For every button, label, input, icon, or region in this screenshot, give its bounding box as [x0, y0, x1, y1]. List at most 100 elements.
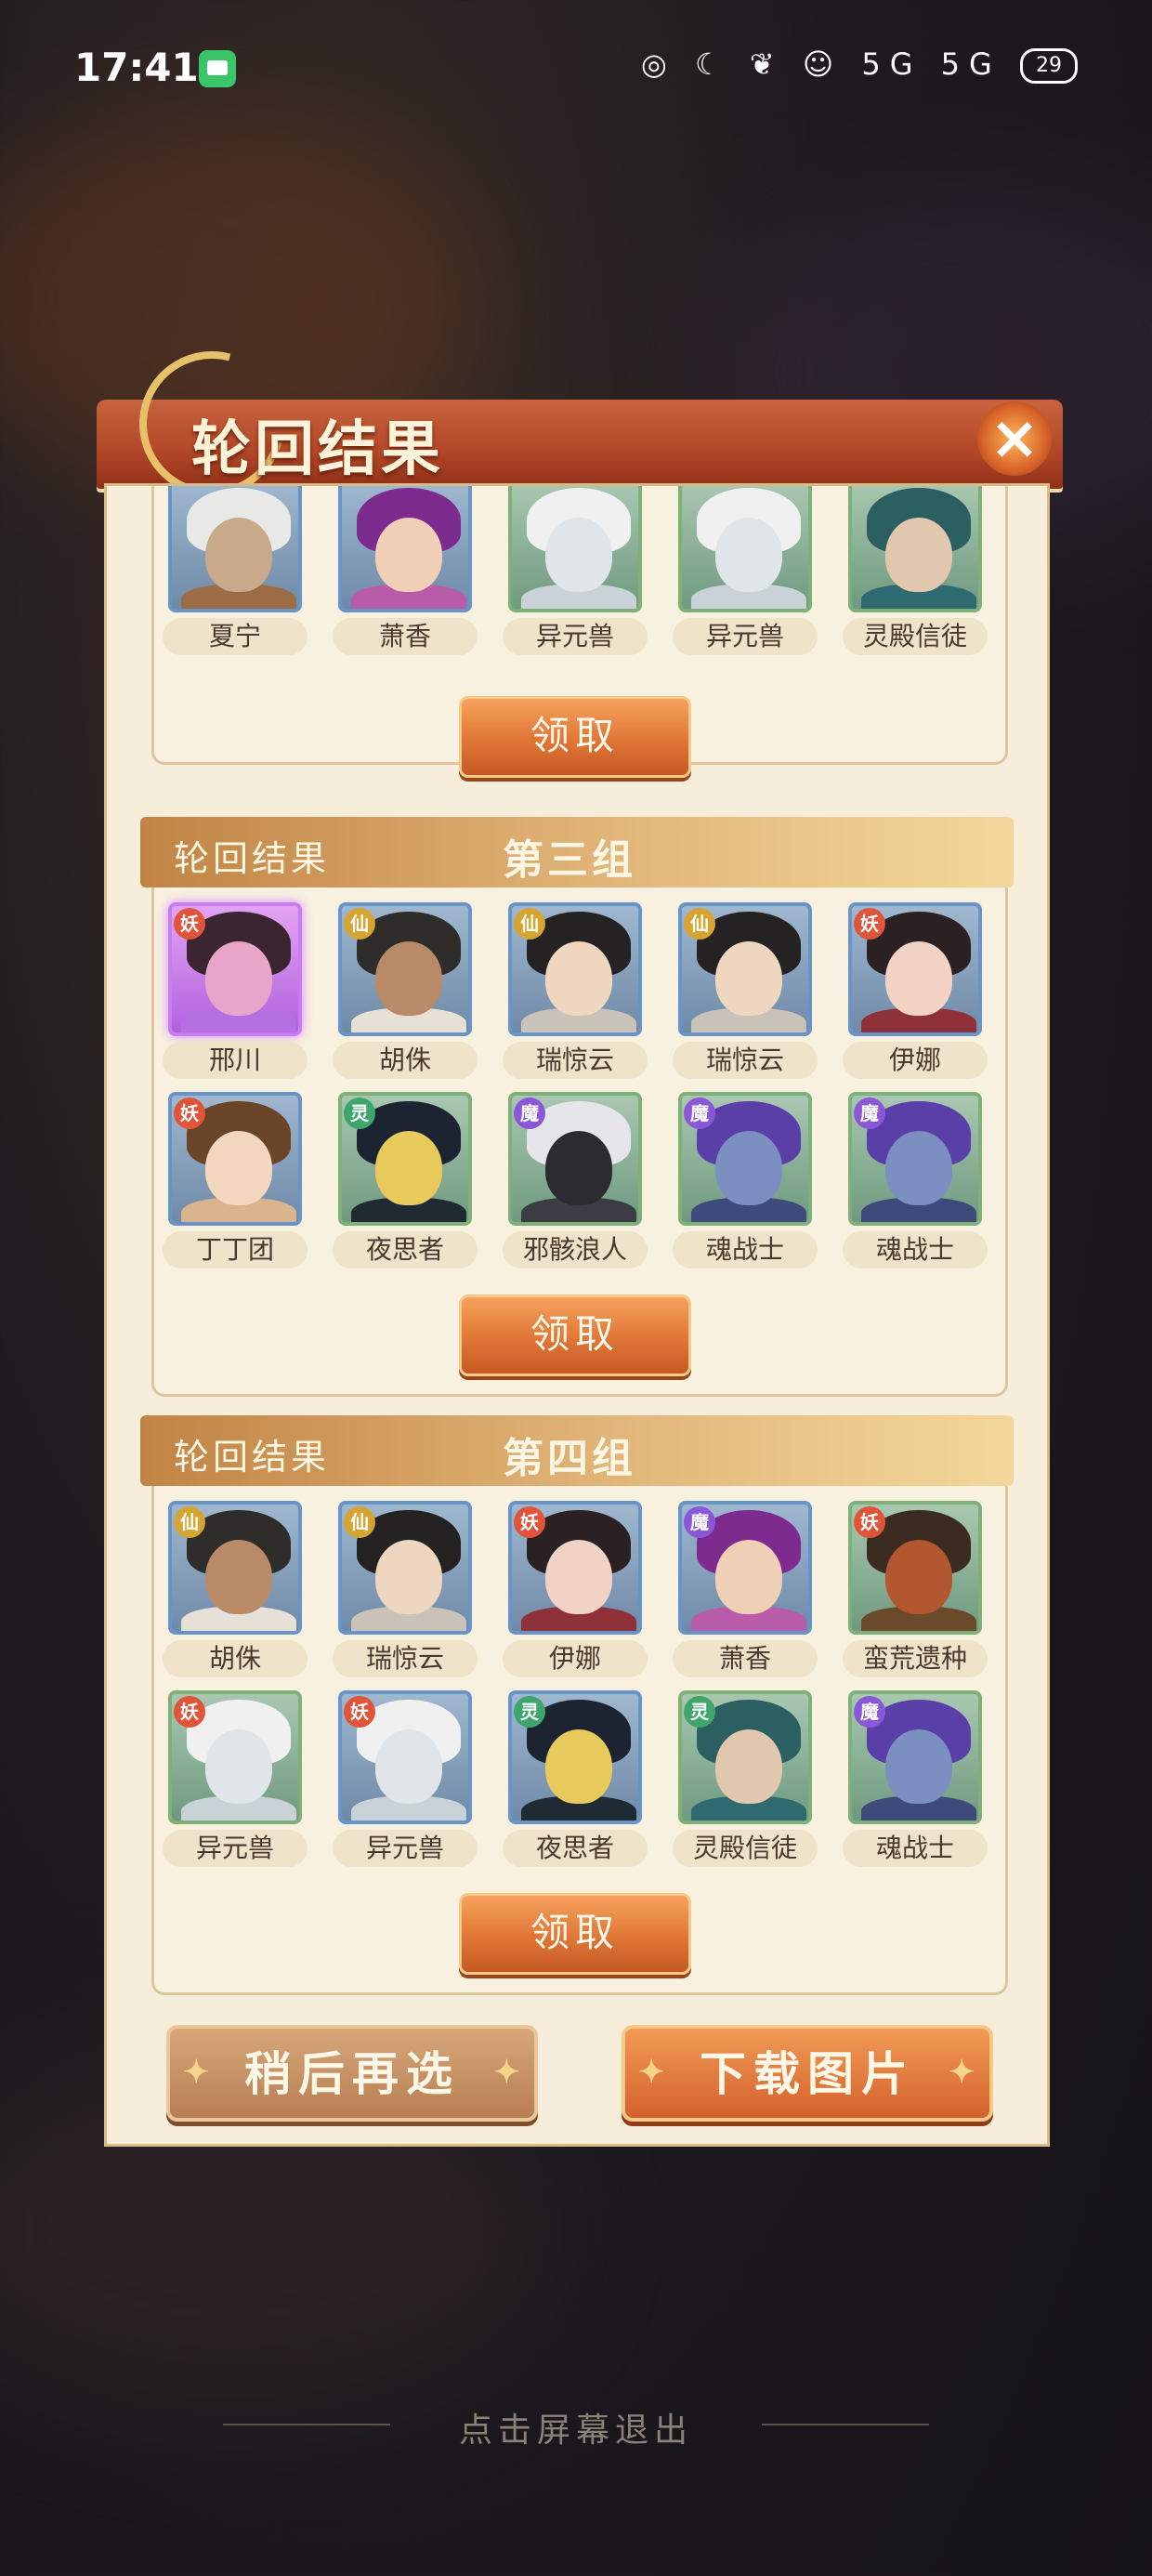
portrait-face	[375, 1729, 442, 1804]
character-card[interactable]: 灵殿信徒	[843, 486, 988, 664]
status-icons: ◎ ☾ ❦ ☺ 5G 5G 29	[641, 46, 1078, 84]
faction-badge: 妖	[174, 1696, 205, 1728]
portrait-face	[205, 1131, 272, 1205]
character-name: 邪骸浪人	[503, 1231, 648, 1268]
character-portrait: 妖	[168, 902, 302, 1036]
portrait-face	[545, 1131, 612, 1205]
character-card[interactable]: 魔魂战士	[843, 1092, 988, 1278]
character-portrait: 灵	[508, 1690, 642, 1824]
faction-badge: 妖	[174, 908, 205, 940]
character-card[interactable]: 灵夜思者	[503, 1690, 648, 1876]
character-card[interactable]: 妖邢川	[163, 902, 308, 1088]
character-name: 邢川	[163, 1042, 308, 1079]
character-portrait: 仙	[338, 1501, 472, 1635]
faction-badge: 魔	[854, 1696, 885, 1728]
portrait-face	[885, 518, 952, 592]
character-portrait: 魔	[848, 1690, 982, 1824]
portrait-face	[715, 518, 782, 592]
dialog-title: 轮回结果	[191, 414, 444, 484]
character-name: 夏宁	[163, 618, 308, 655]
character-name: 异元兽	[333, 1830, 478, 1867]
character-name: 异元兽	[163, 1830, 308, 1867]
character-card[interactable]: 妖异元兽	[333, 1690, 478, 1876]
portrait-face	[715, 941, 782, 1016]
portrait-face	[375, 1540, 442, 1614]
download-image-button[interactable]: ✦ 下载图片 ✦	[622, 2025, 993, 2122]
character-card[interactable]: 魔魂战士	[843, 1690, 988, 1876]
character-name: 瑞惊云	[673, 1042, 818, 1079]
character-card[interactable]: 夏宁	[163, 486, 308, 664]
character-name: 萧香	[673, 1640, 818, 1677]
character-card[interactable]: 妖丁丁团	[163, 1092, 308, 1278]
message-app-icon	[199, 50, 236, 87]
character-card[interactable]: 妖蛮荒遗种	[843, 1501, 988, 1687]
diamond-deco-icon: ✦	[949, 2054, 983, 2091]
character-portrait	[848, 486, 982, 612]
character-name: 魂战士	[673, 1231, 818, 1268]
group-3-band-label: 轮回结果	[174, 838, 331, 879]
portrait-face	[715, 1131, 782, 1205]
portrait-face	[375, 941, 442, 1016]
character-card[interactable]: 妖伊娜	[503, 1501, 648, 1687]
character-card[interactable]: 萧香	[333, 486, 478, 664]
portrait-face	[375, 1131, 442, 1205]
character-portrait: 仙	[508, 902, 642, 1036]
portrait-face	[545, 1729, 612, 1804]
character-card[interactable]: 仙瑞惊云	[333, 1501, 478, 1687]
portrait-face	[205, 1540, 272, 1614]
close-x-icon: ×	[989, 404, 1040, 473]
character-card[interactable]: 仙瑞惊云	[503, 902, 648, 1088]
tap-to-exit-hint[interactable]: 点击屏幕退出	[0, 2403, 1152, 2451]
diamond-deco-icon: ✦	[183, 2054, 217, 2091]
claim-button-group-2[interactable]: 领取	[459, 696, 691, 778]
character-portrait: 妖	[508, 1501, 642, 1635]
cat-icon: ◎	[640, 46, 676, 82]
faction-badge: 仙	[344, 908, 375, 940]
character-card[interactable]: 仙胡侏	[163, 1501, 308, 1687]
character-card[interactable]: 魔萧香	[673, 1501, 818, 1687]
battery-icon: 29	[1020, 48, 1078, 84]
faction-badge: 仙	[514, 908, 545, 940]
character-card[interactable]: 灵夜思者	[333, 1092, 478, 1278]
choose-later-label: 稍后再选	[244, 2046, 460, 2101]
leaf-icon: ❦	[749, 46, 784, 82]
faction-badge: 灵	[684, 1696, 715, 1728]
faction-badge: 魔	[684, 1506, 715, 1538]
character-portrait: 魔	[848, 1092, 982, 1226]
portrait-face	[715, 1729, 782, 1804]
character-card[interactable]: 仙瑞惊云	[673, 902, 818, 1088]
character-portrait: 妖	[168, 1092, 302, 1226]
character-name: 萧香	[333, 618, 478, 655]
claim-button-group-3[interactable]: 领取	[459, 1295, 691, 1376]
group-3-title: 第三组	[503, 836, 636, 884]
group-3-band: 轮回结果 第三组	[140, 817, 1014, 887]
portrait-face	[545, 941, 612, 1016]
choose-later-button[interactable]: ✦ 稍后再选 ✦	[166, 2025, 538, 2122]
character-portrait: 妖	[168, 1690, 302, 1824]
character-portrait: 妖	[848, 1501, 982, 1635]
character-card[interactable]: 妖伊娜	[843, 902, 988, 1088]
portrait-face	[545, 1540, 612, 1614]
character-name: 灵殿信徒	[843, 618, 988, 655]
status-bar: 17:41 ◎ ☾ ❦ ☺ 5G 5G 29	[0, 0, 1152, 102]
character-portrait: 灵	[338, 1092, 472, 1226]
cat-face-icon: ☺	[802, 46, 844, 82]
character-card[interactable]: 灵灵殿信徒	[673, 1690, 818, 1876]
character-card[interactable]: 魔魂战士	[673, 1092, 818, 1278]
character-portrait	[508, 486, 642, 612]
character-card[interactable]: 魔邪骸浪人	[503, 1092, 648, 1278]
close-button[interactable]: ×	[977, 401, 1052, 476]
results-panel[interactable]: 夏宁 萧香 异元兽 异元兽 灵殿信徒 领取 轮回结果 第三组 妖邢川仙胡侏仙瑞惊云仙瑞惊…	[104, 483, 1050, 2147]
portrait-face	[545, 518, 612, 592]
faction-badge: 灵	[344, 1097, 375, 1129]
claim-button-group-4[interactable]: 领取	[459, 1893, 691, 1975]
character-name: 异元兽	[673, 618, 818, 655]
character-card[interactable]: 异元兽	[503, 486, 648, 664]
portrait-face	[885, 1729, 952, 1804]
character-portrait	[168, 486, 302, 612]
diamond-deco-icon: ✦	[638, 2054, 673, 2091]
faction-badge: 妖	[854, 908, 885, 940]
character-card[interactable]: 仙胡侏	[333, 902, 478, 1088]
character-card[interactable]: 异元兽	[673, 486, 818, 664]
character-card[interactable]: 妖异元兽	[163, 1690, 308, 1876]
